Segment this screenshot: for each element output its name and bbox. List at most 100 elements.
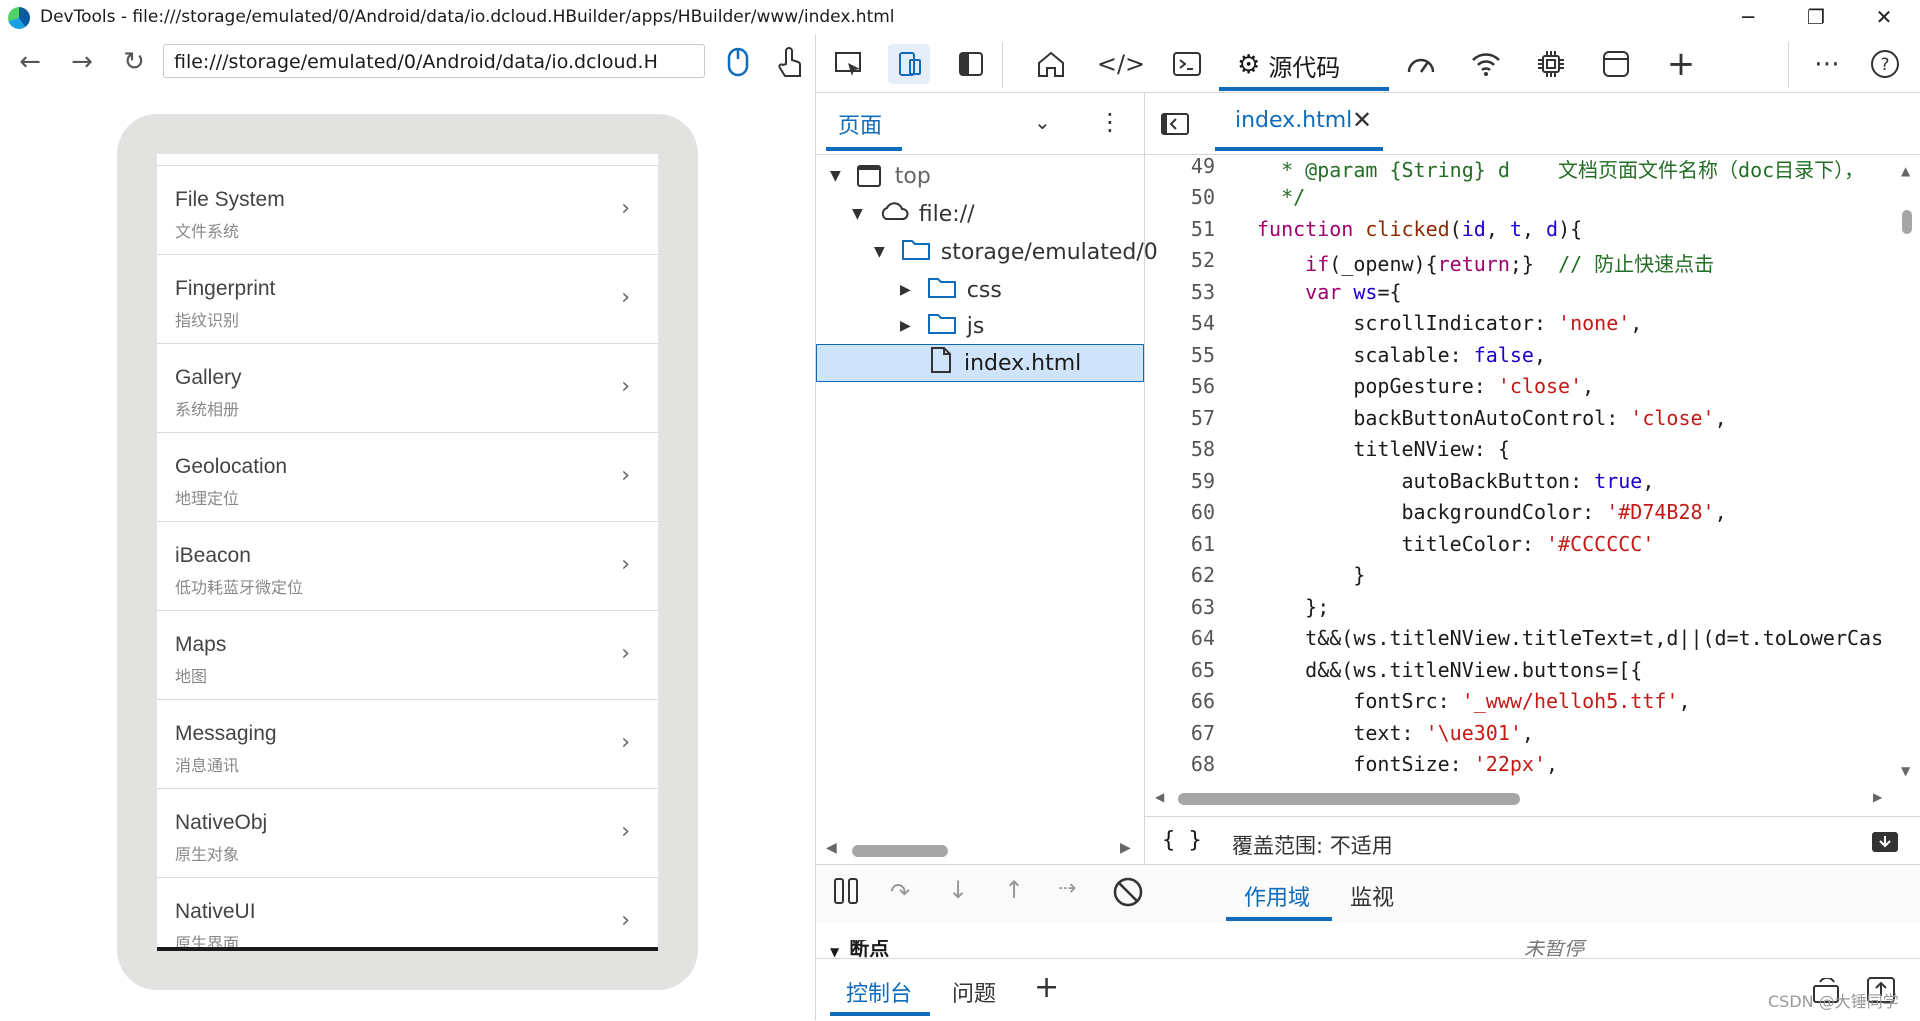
scroll-down-icon[interactable]: ▼ (1901, 764, 1910, 778)
application-icon[interactable] (1595, 44, 1637, 84)
list-item-title: File System (175, 188, 285, 211)
code-line: */ (1257, 185, 1306, 209)
list-item[interactable]: File System 文件系统 › (157, 166, 658, 255)
file-icon (930, 346, 952, 380)
code-line: } (1257, 563, 1366, 587)
tab-sources-label: 源代码 (1268, 53, 1341, 82)
close-tab-icon[interactable]: ✕ (1352, 106, 1372, 134)
tab-issues[interactable]: 问题 (952, 976, 996, 1008)
tree-item-label: storage/emulated/0 (940, 239, 1158, 265)
inspect-element-icon[interactable] (828, 44, 870, 84)
tree-item-label: css (966, 277, 1002, 303)
step-out-icon[interactable]: ↑ (1004, 876, 1024, 904)
tab-watch[interactable]: 监视 (1350, 880, 1394, 912)
more-options-icon[interactable]: ⋯ (1806, 44, 1848, 84)
tree-item-folder[interactable]: ▼ storage/emulated/0 (874, 234, 1158, 270)
navigator-horizontal-scrollbar[interactable] (852, 845, 948, 857)
chevron-right-icon: › (621, 463, 630, 488)
tab-console[interactable]: 控制台 (846, 976, 912, 1008)
tree-item-origin[interactable]: ▼ file:// (852, 196, 975, 232)
performance-icon[interactable] (1400, 44, 1442, 84)
tab-sources[interactable]: ⚙ 源代码 (1219, 40, 1389, 90)
code-horizontal-scrollbar[interactable] (1178, 793, 1520, 805)
elements-icon[interactable]: </> (1097, 44, 1145, 84)
list-item[interactable]: Maps 地图 › (157, 611, 658, 700)
list-item[interactable]: Gallery 系统相册 › (157, 344, 658, 433)
scroll-up-icon[interactable]: ▲ (1901, 164, 1910, 178)
chevron-down-icon[interactable]: ⌄ (1034, 110, 1051, 134)
minimize-button[interactable]: ─ (1720, 0, 1776, 34)
console-icon[interactable] (1166, 44, 1208, 84)
back-button[interactable]: ← (12, 44, 48, 80)
dock-side-icon[interactable] (950, 44, 992, 84)
list-item-subtitle: 文件系统 (175, 222, 240, 241)
maximize-button[interactable]: ❐ (1788, 0, 1844, 34)
tree-item-js[interactable]: ▶ js (900, 308, 984, 344)
editor-tab-index-html[interactable]: index.html (1235, 108, 1352, 133)
mouse-icon[interactable] (720, 44, 756, 80)
code-line: t&&(ws.titleNView.titleText=t,d||(d=t.to… (1257, 626, 1884, 650)
scroll-right-icon[interactable]: ▶ (1873, 790, 1882, 804)
code-line: }; (1257, 595, 1330, 619)
list-item[interactable]: Messaging 消息通讯 › (157, 700, 658, 789)
code-vertical-scrollbar[interactable] (1902, 210, 1912, 234)
list-item[interactable]: NativeObj 原生对象 › (157, 789, 658, 878)
chevron-right-icon: › (621, 196, 630, 221)
code-line: popGesture: 'close', (1257, 374, 1595, 398)
list-item[interactable]: iBeacon 低功耗蓝牙微定位 › (157, 522, 658, 611)
more-vertical-icon[interactable]: ⋮ (1098, 108, 1122, 136)
step-icon[interactable]: ⇢ (1058, 876, 1076, 901)
step-over-icon[interactable]: ↷ (890, 878, 910, 906)
help-icon[interactable]: ? (1864, 44, 1906, 84)
touch-icon[interactable] (772, 44, 808, 80)
code-line: d&&(ws.titleNView.buttons=[{ (1257, 658, 1643, 682)
pause-icon[interactable] (832, 876, 860, 910)
reload-button[interactable]: ↻ (116, 44, 152, 80)
add-tab-button[interactable]: + (1034, 970, 1059, 1005)
code-line: scrollIndicator: 'none', (1257, 311, 1643, 335)
tree-item-index-html[interactable]: index.html (930, 345, 1081, 381)
deactivate-breakpoints-icon[interactable] (1112, 876, 1144, 912)
edge-logo-icon (8, 7, 30, 29)
tab-page[interactable]: 页面 (838, 108, 882, 140)
list-item-subtitle: 消息通讯 (175, 756, 240, 775)
scroll-left-icon[interactable]: ◀ (1155, 790, 1164, 804)
code-line: fontSrc: '_www/helloh5.ttf', (1257, 689, 1691, 713)
more-tools-plus-icon[interactable]: + (1660, 44, 1702, 84)
chevron-right-icon: › (621, 730, 630, 755)
list-item[interactable]: NativeUI 原生界面 › (157, 878, 658, 951)
forward-button[interactable]: → (64, 44, 100, 80)
toggle-navigator-icon[interactable] (1160, 112, 1190, 140)
list-item[interactable]: Geolocation 地理定位 › (157, 433, 658, 522)
code-line: var ws={ (1305, 280, 1402, 304)
scroll-right-icon[interactable]: ▶ (1120, 840, 1131, 856)
not-paused-label: 未暂停 (1524, 940, 1584, 958)
network-wifi-icon[interactable] (1465, 44, 1507, 84)
url-input[interactable]: file:///storage/emulated/0/Android/data/… (163, 44, 705, 78)
not-paused-status: 未暂停 (1524, 940, 1644, 958)
list-item-title: Geolocation (175, 455, 288, 478)
chevron-right-icon: › (621, 908, 630, 933)
tree-item-top[interactable]: ▼ top (830, 158, 931, 194)
watermark: CSDN @大锤同学 (1768, 992, 1899, 1011)
code-line: function clicked(id, t, d){ (1257, 217, 1583, 241)
scroll-left-icon[interactable]: ◀ (826, 840, 837, 856)
tree-item-label: index.html (964, 350, 1082, 376)
list-item-title: Messaging (175, 722, 277, 745)
folder-icon (901, 237, 931, 267)
step-into-icon[interactable]: ↓ (948, 876, 968, 904)
list-item-subtitle: 原生对象 (175, 845, 240, 864)
list-item[interactable]: Fingerprint 指纹识别 › (157, 255, 658, 344)
device-bottom-edge (157, 947, 658, 951)
download-icon[interactable] (1870, 830, 1900, 858)
tab-scope[interactable]: 作用域 (1244, 880, 1310, 912)
tree-item-css[interactable]: ▶ css (900, 272, 1002, 308)
close-window-button[interactable]: ✕ (1856, 0, 1912, 34)
code-editor[interactable]: * @param {String} d 文档页面文件名称（doc目录下）， */… (1145, 154, 1920, 790)
memory-chip-icon[interactable] (1530, 44, 1572, 84)
device-emulation-icon[interactable] (888, 44, 930, 84)
triangle-down-icon: ▼ (830, 168, 841, 184)
breakpoints-section[interactable]: ▼ 断点 (830, 940, 1010, 958)
home-icon[interactable] (1030, 44, 1072, 84)
pretty-print-button[interactable]: { } (1162, 828, 1202, 853)
